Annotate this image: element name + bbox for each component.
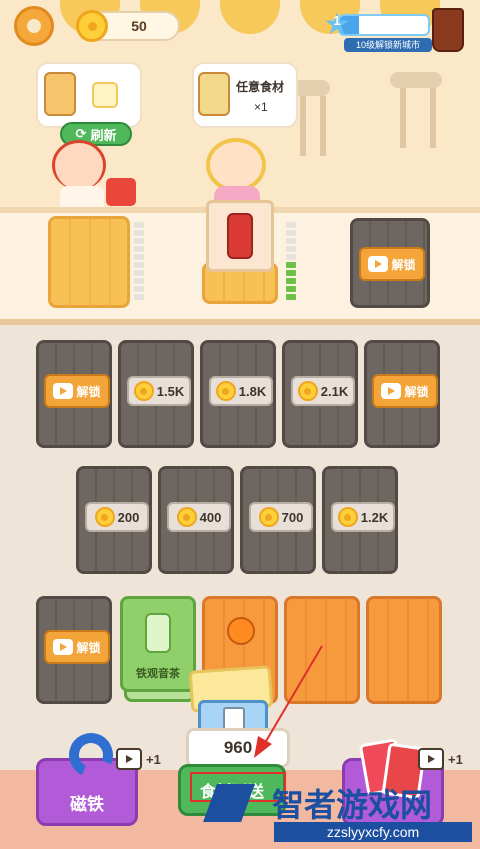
any-ingredient-label: 任意食材 [236,80,285,94]
video-ad-icon [381,383,402,399]
customer-glasses-avatar[interactable] [206,138,266,192]
coin-icon [215,381,236,401]
grid-slot-r2c3[interactable]: 700 [240,466,316,574]
watermark-title: 智者游戏网 [272,787,433,823]
price-button[interactable]: 2.1K [291,376,355,406]
counter-slot-left[interactable] [48,216,130,308]
empty-orange-slot[interactable] [366,596,442,704]
coin-icon [133,381,154,401]
unlock-ad-button[interactable]: 解锁 [44,374,110,408]
coin-icon [337,507,358,527]
city-drink-icon[interactable] [432,8,464,52]
video-ad-icon [53,639,74,655]
grid-slot-r1c1[interactable]: 解锁 [36,340,112,448]
shuffle-ad-icon[interactable] [418,748,444,770]
magnet-icon [62,726,120,784]
grid-slot-r3c1[interactable]: 解锁 [36,596,112,704]
fruit-tea-icon [198,72,230,116]
flower-ingredient-icon [92,82,118,108]
level-number: 1 [333,13,341,28]
coin-icon [258,507,279,527]
arrow-head [254,736,272,758]
any-ingredient-count: ×1 [254,100,268,114]
price-button[interactable]: 400 [167,502,231,532]
magnet-label: 磁铁 [70,794,104,814]
watermark-logo [203,784,255,822]
coin-count: 50 [131,18,147,34]
order-bubble-left [36,62,142,128]
settings-gear-icon[interactable] [14,6,54,46]
tutorial-arrow [254,645,323,758]
grid-slot-r2c1[interactable]: 200 [76,466,152,574]
coin-icon [297,381,318,401]
price-button[interactable]: 700 [249,502,313,532]
magnet-ad-icon[interactable] [116,748,142,770]
price-button[interactable]: 200 [85,502,149,532]
coin-icon [76,10,108,42]
tea-card-label: 铁观音茶 [136,668,180,680]
grid-slot-r1c4[interactable]: 2.1K [282,340,358,448]
tea-bottle-icon [145,613,171,653]
level-unlock-text: 10级解锁新城市 [344,38,432,52]
bottled-drink-card[interactable] [206,200,274,272]
grid-slot-r1c5[interactable]: 解锁 [364,340,440,448]
bottled-drink-icon [227,213,253,259]
video-ad-icon [368,256,389,272]
watermark-url: zzslyyxcfy.com [274,822,472,842]
video-ad-icon [53,383,74,399]
unlock-ad-button[interactable]: 解锁 [372,374,438,408]
grid-slot-r2c2[interactable]: 400 [158,466,234,574]
price-button[interactable]: 1.5K [127,376,191,406]
price-button[interactable]: 1.2K [331,502,395,532]
arrow-shaft [261,645,323,749]
unlock-ad-button[interactable]: 解锁 [44,630,110,664]
unlock-ad-button[interactable]: 解锁 [359,247,425,281]
grid-slot-r1c2[interactable]: 1.5K [118,340,194,448]
locked-counter-slot[interactable]: 解锁 [350,218,430,308]
refresh-label: 刷新 [90,127,117,143]
counter-meter-center [286,222,296,300]
magnet-bonus: +1 [146,752,161,767]
watermark: 智者游戏网 zzslyyxcfy.com [200,780,480,849]
stool [390,72,442,88]
grid-slot-r2c4[interactable]: 1.2K [322,466,398,574]
price-button[interactable]: 1.8K [209,376,273,406]
customer-red-hair-avatar[interactable] [52,140,106,190]
grid-slot-r1c3[interactable]: 1.8K [200,340,276,448]
heart-box-icon [106,178,136,206]
coin-icon [176,507,197,527]
coin-icon [94,507,115,527]
shuffle-bonus: +1 [448,752,463,767]
awning-scallop [220,0,280,34]
tea-card[interactable]: 铁观音茶 [120,596,196,692]
cafe-scene: 50 ★ 1 10级解锁新城市 ⟳ 刷新 任意食材 ×1 [0,0,480,215]
order-bubble-center: 任意食材 ×1 [192,62,298,128]
counter-meter-left [134,222,144,300]
milk-tea-icon [44,72,76,116]
